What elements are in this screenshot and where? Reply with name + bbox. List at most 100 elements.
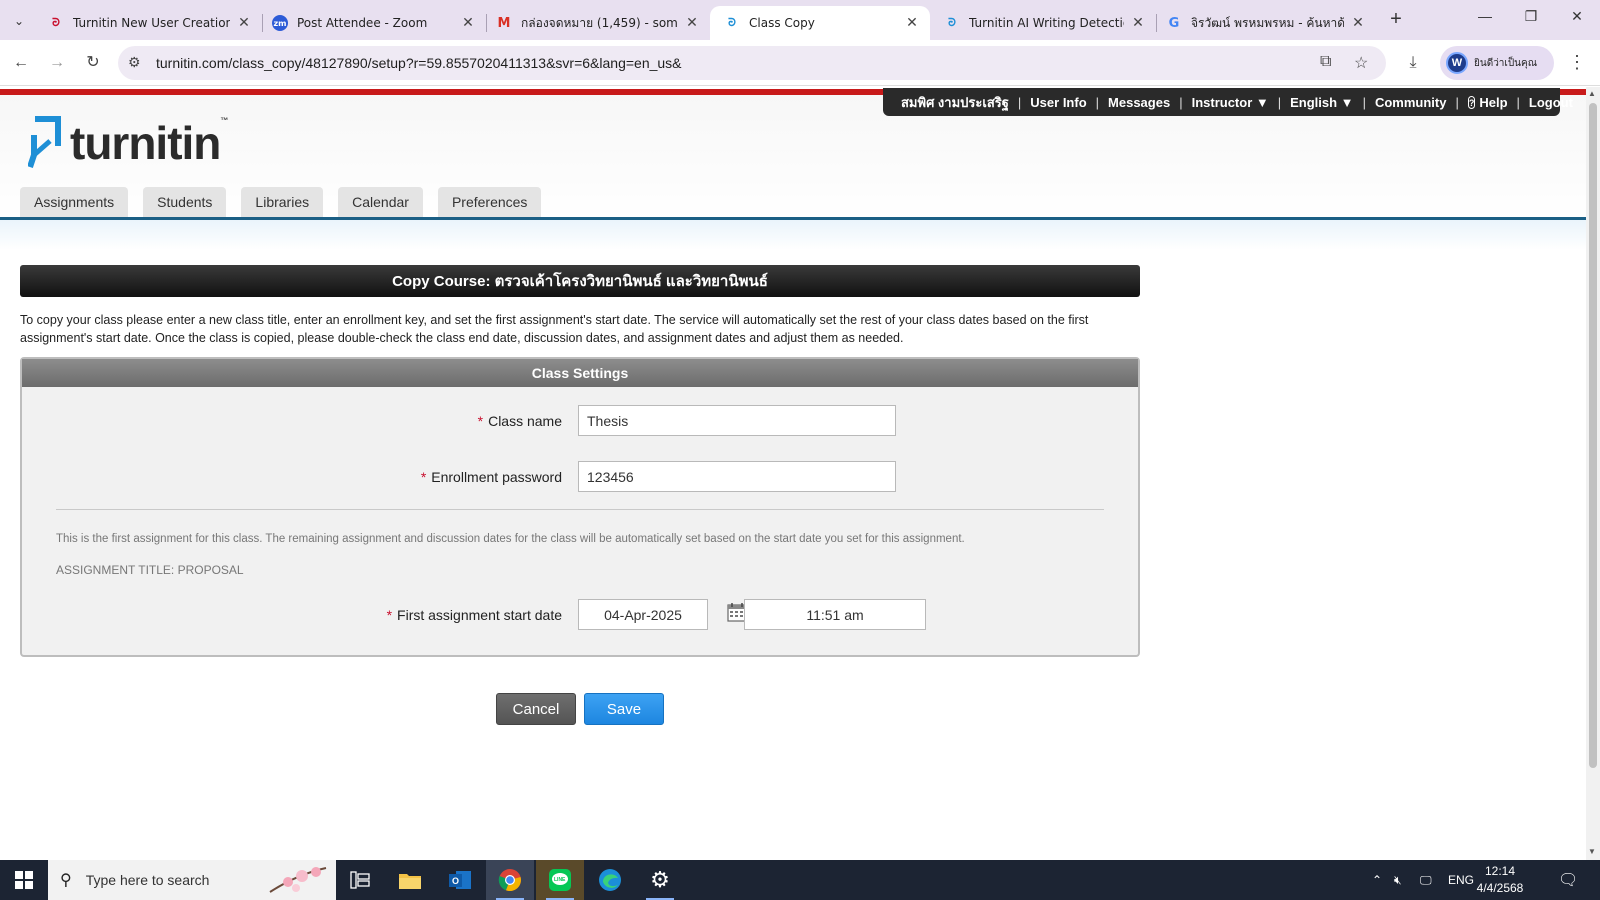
omnibox[interactable]: ⚙ turnitin.com/class_copy/48127890/setup… — [118, 46, 1386, 80]
tab-libraries[interactable]: Libraries — [241, 187, 324, 217]
tab-title: กล่องจดหมาย (1,459) - sompis — [521, 15, 678, 30]
page-title: Copy Course: ตรวจเค้าโครงวิทยานิพนธ์ และ… — [20, 265, 1140, 297]
assignment-title: ASSIGNMENT TITLE: PROPOSAL — [56, 563, 244, 577]
divider — [56, 509, 1104, 510]
save-button[interactable]: Save — [584, 693, 664, 725]
window-close-icon[interactable]: ✕ — [1554, 8, 1600, 25]
language-dropdown[interactable]: English ▼ — [1290, 95, 1353, 110]
top-navigation: สมพิศ งามประเสริฐ | User Info | Messages… — [883, 88, 1573, 116]
file-explorer-icon[interactable] — [386, 860, 434, 900]
search-icon: ⚲ — [60, 872, 72, 889]
close-icon[interactable]: ✕ — [1130, 15, 1146, 31]
profile-button[interactable]: W ยินดีว่าเป็นคุณ — [1440, 46, 1554, 80]
cancel-button[interactable]: Cancel — [496, 693, 576, 725]
turnitin-logo[interactable]: turnitin™ — [28, 115, 228, 171]
tab-title: จิรวัฒน์ พรหมพรหม - ค้นหาด้วย Go — [1191, 15, 1344, 30]
turnitin-logo-icon — [28, 116, 61, 168]
close-icon[interactable]: ✕ — [904, 15, 920, 31]
minimize-icon[interactable]: — — [1462, 8, 1508, 24]
tab-title: Turnitin New User Creation - — [73, 16, 230, 30]
translate-icon[interactable]: ⧉ — [1320, 53, 1331, 71]
google-icon: G — [1168, 15, 1180, 31]
profile-label: ยินดีว่าเป็นคุณ — [1474, 57, 1537, 69]
page-scrollbar[interactable]: ▲ ▼ — [1586, 87, 1600, 860]
close-icon[interactable]: ✕ — [1350, 15, 1366, 31]
windows-taskbar: ⚲ Type here to search O LINE ⚙ ⌃ 🔇︎ 🖵 EN… — [0, 860, 1600, 900]
new-tab-plus-icon[interactable]: + — [1384, 8, 1408, 31]
tab-title: Turnitin AI Writing Detection — [969, 16, 1124, 30]
clock-date: 4/4/2568 — [1476, 881, 1524, 895]
settings-gear-icon[interactable]: ⚙ — [636, 860, 684, 900]
line-app-icon[interactable]: LINE — [536, 860, 584, 900]
turnitin-icon: ᘒ — [52, 16, 60, 29]
main-nav-tabs: Assignments Students Libraries Calendar … — [20, 187, 556, 217]
community-link[interactable]: Community — [1375, 95, 1447, 110]
restore-icon[interactable]: ❐ — [1508, 8, 1554, 25]
svg-text:O: O — [452, 876, 459, 886]
tab-assignments[interactable]: Assignments — [20, 187, 129, 217]
windows-start-icon[interactable] — [0, 860, 48, 900]
address-bar: ← → ↻ ⚙ turnitin.com/class_copy/48127890… — [0, 40, 1600, 86]
enrollment-password-label: * Enrollment password — [420, 469, 562, 485]
logout-link[interactable]: Logout — [1529, 95, 1573, 110]
turnitin-icon: ᘒ — [948, 16, 956, 29]
volume-muted-icon[interactable]: 🔇︎ — [1394, 860, 1402, 900]
tab-title: Class Copy — [749, 16, 815, 30]
enrollment-password-input[interactable]: 123456 — [578, 461, 896, 492]
zoom-icon: zm — [272, 15, 288, 31]
class-settings-header: Class Settings — [22, 359, 1138, 387]
url-text[interactable]: turnitin.com/class_copy/48127890/setup?r… — [156, 55, 682, 71]
back-arrow-icon[interactable]: ← — [10, 52, 32, 74]
close-icon[interactable]: ✕ — [684, 15, 700, 31]
tab-turnitin-user-creation[interactable]: ᘒ Turnitin New User Creation - ✕ — [34, 6, 262, 40]
class-settings-panel: Class Settings * Class name Thesis * Enrol… — [20, 357, 1140, 657]
clock-time: 12:14 — [1484, 864, 1516, 878]
site-info-icon[interactable]: ⚙ — [128, 54, 141, 71]
tab-calendar[interactable]: Calendar — [338, 187, 423, 217]
edge-icon[interactable] — [586, 860, 634, 900]
download-icon[interactable]: ⤓ — [1402, 52, 1424, 74]
browser-menu-icon[interactable]: ⋮ — [1568, 52, 1586, 73]
notification-icon[interactable]: 🗨 — [1558, 860, 1578, 900]
chrome-icon[interactable] — [486, 860, 534, 900]
tab-class-copy[interactable]: ᘒ Class Copy ✕ — [710, 6, 930, 40]
reload-icon[interactable]: ↻ — [82, 52, 104, 74]
scroll-down-icon[interactable]: ▼ — [1588, 847, 1596, 856]
gmail-icon: M — [497, 15, 511, 31]
tab-preferences[interactable]: Preferences — [437, 187, 542, 217]
browser-tab-bar: ⌄ ᘒ Turnitin New User Creation - ✕ zm Po… — [0, 0, 1600, 40]
network-icon[interactable]: 🖵 — [1420, 860, 1432, 900]
user-info-link[interactable]: User Info — [1030, 95, 1086, 110]
tab-gmail[interactable]: M กล่องจดหมาย (1,459) - sompis ✕ — [482, 6, 710, 40]
start-time-input[interactable]: 11:51 am — [744, 599, 926, 630]
start-date-input[interactable]: 04-Apr-2025 — [578, 599, 708, 630]
user-name[interactable]: สมพิศ งามประเสริฐ — [901, 92, 1009, 113]
help-icon: ? — [1467, 95, 1476, 109]
help-link[interactable]: Help — [1479, 95, 1507, 110]
tab-turnitin-ai-detection[interactable]: ᘒ Turnitin AI Writing Detection ✕ — [930, 6, 1156, 40]
task-view-icon[interactable] — [336, 860, 384, 900]
tab-zoom[interactable]: zm Post Attendee - Zoom ✕ — [258, 6, 486, 40]
system-clock[interactable]: 12:14 4/4/2568 — [1470, 863, 1530, 897]
forward-arrow-icon[interactable]: → — [46, 52, 68, 74]
class-name-input[interactable]: Thesis — [578, 405, 896, 436]
bookmark-star-icon[interactable]: ☆ — [1354, 53, 1368, 73]
scroll-thumb[interactable] — [1589, 103, 1597, 768]
role-dropdown[interactable]: Instructor ▼ — [1192, 95, 1269, 110]
tab-search-chevron-icon[interactable]: ⌄ — [6, 8, 32, 34]
search-placeholder: Type here to search — [85, 872, 210, 888]
scroll-up-icon[interactable]: ▲ — [1588, 89, 1596, 98]
close-icon[interactable]: ✕ — [236, 15, 252, 31]
messages-link[interactable]: Messages — [1108, 95, 1170, 110]
taskbar-search[interactable]: ⚲ Type here to search — [48, 860, 336, 900]
turnitin-icon: ᘒ — [728, 16, 736, 29]
tab-google-search[interactable]: G จิรวัฒน์ พรหมพรหม - ค้นหาด้วย Go ✕ — [1152, 6, 1376, 40]
outlook-icon[interactable]: O — [436, 860, 484, 900]
logo-text: turnitin™ — [70, 116, 228, 169]
chevron-up-icon[interactable]: ⌃ — [1372, 860, 1382, 900]
intro-text: To copy your class please enter a new cl… — [20, 313, 1089, 345]
sub-header-band — [0, 220, 1586, 250]
close-icon[interactable]: ✕ — [460, 15, 476, 31]
svg-text:LINE: LINE — [554, 877, 566, 883]
tab-students[interactable]: Students — [143, 187, 227, 217]
